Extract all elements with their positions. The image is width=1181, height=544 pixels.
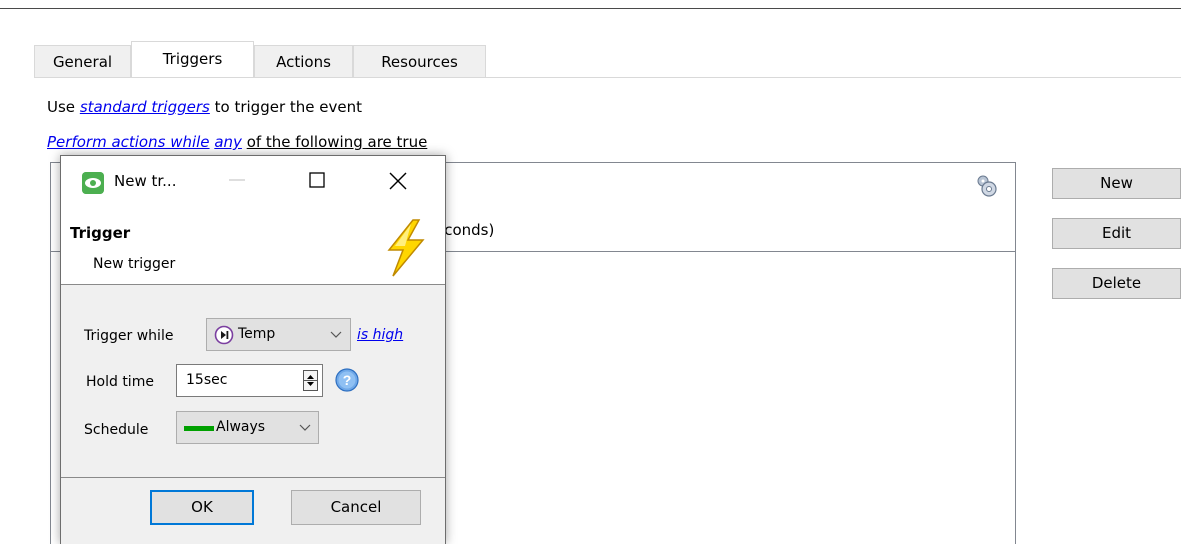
trigger-while-label: Trigger while [84, 328, 174, 344]
minimize-icon[interactable] [227, 170, 247, 190]
close-icon[interactable] [387, 170, 409, 192]
maximize-icon[interactable] [307, 170, 327, 190]
spin-arrows[interactable] [303, 370, 318, 391]
new-trigger-dialog: New tr... Trigger New trigger Trigger wh… [60, 155, 446, 544]
hold-time-value: 15sec [186, 372, 228, 388]
delete-button[interactable]: Delete [1052, 268, 1181, 299]
any-link[interactable]: any [214, 133, 242, 151]
schedule-swatch [184, 426, 214, 431]
input-source-icon [214, 325, 234, 345]
trigger-source-combo[interactable]: Temp [206, 318, 351, 351]
edit-button[interactable]: Edit [1052, 218, 1181, 249]
perform-suffix: of the following are true [246, 133, 428, 151]
trigger-mode-line: Use standard triggers to trigger the eve… [47, 98, 362, 116]
dialog-titlebar[interactable]: New tr... [61, 156, 445, 212]
help-icon[interactable]: ? [335, 368, 359, 392]
cancel-button[interactable]: Cancel [291, 490, 421, 525]
new-button[interactable]: New [1052, 168, 1181, 199]
hold-time-label: Hold time [86, 374, 154, 390]
use-prefix: Use [47, 98, 76, 116]
tab-pane-border [34, 77, 1181, 78]
condition-link[interactable]: is high [357, 327, 403, 343]
chevron-down-icon [299, 424, 311, 431]
tab-general[interactable]: General [34, 45, 131, 77]
dialog-button-separator [61, 477, 445, 478]
chevron-down-icon [330, 331, 342, 338]
perform-actions-line: Perform actions while any of the followi… [47, 133, 427, 151]
standard-triggers-link[interactable]: standard triggers [80, 98, 210, 116]
tab-actions[interactable]: Actions [254, 45, 353, 77]
header-subtitle: New trigger [93, 256, 176, 272]
spin-up-down-icon [304, 375, 317, 386]
use-suffix: to trigger the event [214, 98, 362, 116]
top-separator [0, 8, 1181, 9]
ok-button[interactable]: OK [150, 490, 254, 525]
tab-resources[interactable]: Resources [353, 45, 486, 77]
svg-text:?: ? [343, 372, 352, 388]
hold-time-spinbox[interactable]: 15sec [176, 364, 323, 397]
app-eye-icon [82, 172, 104, 194]
tab-triggers[interactable]: Triggers [131, 41, 254, 78]
gear-icon[interactable] [973, 173, 999, 199]
dialog-title: New tr... [114, 172, 177, 190]
schedule-value: Always [216, 419, 266, 435]
lightning-bolt-icon [387, 219, 425, 277]
schedule-label: Schedule [84, 422, 149, 438]
dialog-header: Trigger New trigger [61, 212, 445, 285]
trigger-source-value: Temp [238, 326, 276, 342]
perform-actions-link[interactable]: Perform actions while [47, 133, 210, 151]
header-title: Trigger [70, 224, 131, 242]
schedule-combo[interactable]: Always [176, 411, 319, 444]
